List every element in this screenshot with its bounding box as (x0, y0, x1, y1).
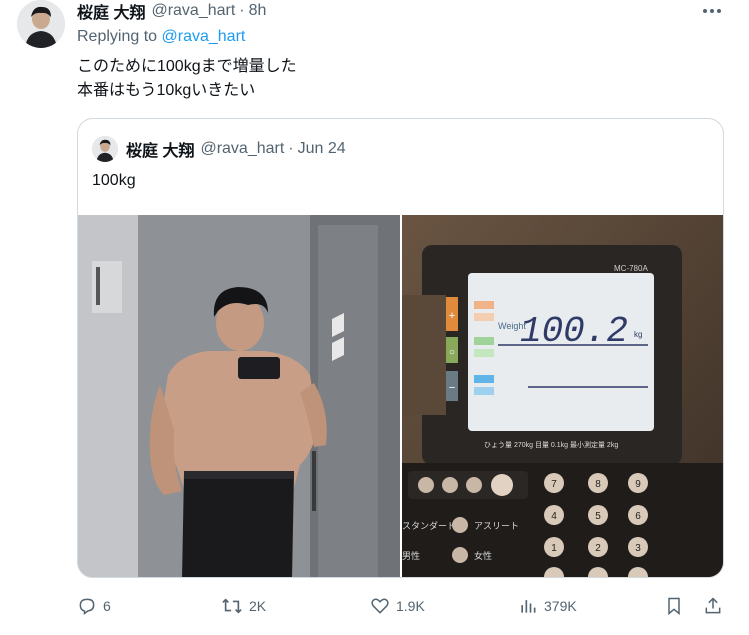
gender-female-label: 女性 (474, 550, 492, 561)
quote-author-avatar (92, 136, 118, 162)
like-count: 1.9K (396, 598, 425, 614)
replying-to-line: Replying to @rava_hart (77, 28, 245, 46)
svg-text:1: 1 (551, 543, 557, 554)
reply-icon (79, 598, 95, 615)
mirror-selfie-photo[interactable] (78, 215, 400, 577)
quote-date: Jun 24 (297, 140, 346, 157)
svg-text:○: ○ (449, 347, 455, 358)
share-button[interactable] (703, 593, 729, 619)
quote-tweet-card[interactable]: 桜庭 大翔 @rava_hart · Jun 24 100kg MC-780A … (77, 118, 724, 578)
svg-text:+: + (449, 310, 455, 322)
svg-text:8: 8 (595, 479, 601, 490)
svg-text:4: 4 (551, 511, 557, 522)
svg-text:−: − (449, 382, 455, 394)
replying-prefix: Replying to (77, 28, 158, 45)
quote-author-name: 桜庭 大翔 (126, 143, 195, 160)
svg-text:9: 9 (635, 479, 641, 490)
quote-header: 桜庭 大翔 @rava_hart · Jun 24 (92, 136, 346, 162)
scale-spec-line: ひょう量 270kg 目量 0.1kg 最小測定量 2kg (484, 440, 618, 449)
like-button[interactable]: 1.9K (370, 593, 425, 619)
reply-button[interactable]: 6 (77, 593, 111, 619)
scale-model-label: MC-780A (614, 264, 648, 273)
tweet-time[interactable]: 8h (249, 2, 267, 20)
like-icon (371, 598, 389, 614)
lcd-weight-reading: 100.2 (520, 311, 628, 352)
svg-text:7: 7 (551, 479, 557, 490)
bookmark-button[interactable] (665, 593, 689, 619)
lcd-unit: kg (634, 330, 642, 339)
tweet-header: 桜庭 大翔 @rava_hart · 8h (77, 0, 266, 22)
mode-athlete-label: アスリート (474, 521, 519, 531)
views-count: 379K (544, 598, 577, 614)
tweet-text-line: このために100kgまで増量した (77, 58, 297, 75)
quote-text: 100kg (92, 172, 136, 189)
mode-standard-label: スタンダード (402, 520, 456, 531)
tweet-action-bar: 6 2K 1.9K 379K (77, 593, 727, 619)
views-button[interactable]: 379K (518, 593, 577, 619)
replying-mention-link[interactable]: @rava_hart (162, 28, 246, 45)
quote-author-handle: @rava_hart (200, 140, 285, 157)
tweet-text: このために100kgまで増量した 本番はもう10kgいきたい (77, 55, 297, 103)
more-icon[interactable] (700, 2, 724, 20)
svg-text:5: 5 (595, 511, 601, 522)
retweet-count: 2K (249, 598, 267, 614)
svg-text:6: 6 (635, 511, 641, 522)
reply-count: 6 (103, 598, 111, 614)
svg-text:3: 3 (635, 543, 641, 554)
separator-dot: · (239, 2, 245, 19)
bookmark-icon (668, 597, 680, 616)
separator-dot: · (288, 140, 294, 157)
svg-text:2: 2 (595, 543, 601, 554)
gender-male-label: 男性 (402, 550, 420, 561)
retweet-icon (222, 598, 242, 614)
retweet-button[interactable]: 2K (221, 593, 266, 619)
author-avatar[interactable] (17, 0, 65, 48)
scale-display-photo[interactable]: MC-780A + ○ − Weight 100.2 kg ひょう量 270kg… (402, 215, 723, 577)
views-icon (521, 600, 536, 613)
author-handle[interactable]: @rava_hart (151, 2, 235, 20)
author-name[interactable]: 桜庭 大翔 (77, 0, 145, 23)
tweet-text-line: 本番はもう10kgいきたい (77, 82, 256, 99)
quote-media: MC-780A + ○ − Weight 100.2 kg ひょう量 270kg… (78, 215, 723, 577)
share-icon (705, 597, 721, 614)
